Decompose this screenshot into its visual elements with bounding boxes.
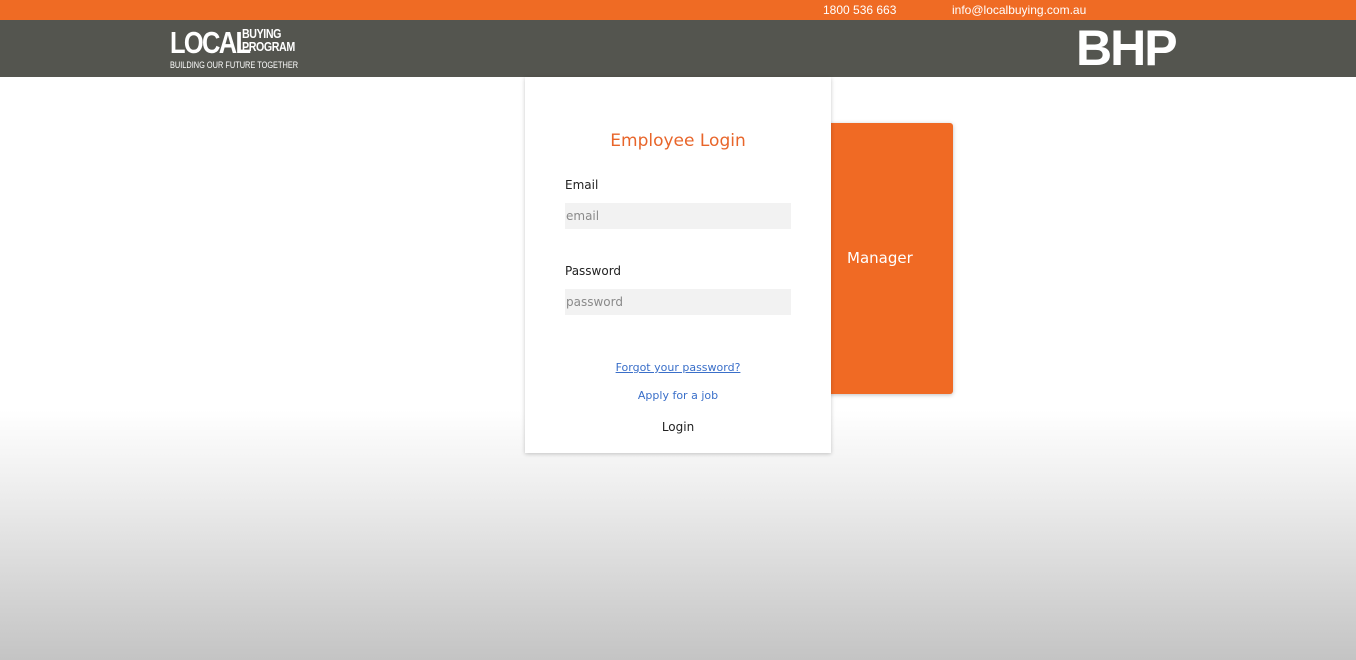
forgot-password-link[interactable]: Forgot your password? (525, 361, 831, 375)
phone-number[interactable]: 1800 536 663 (823, 3, 896, 17)
local-buying-program-logo[interactable]: LOCAL BUYING PROGRAM BUILDING OUR FUTURE… (170, 26, 300, 72)
password-input[interactable] (565, 289, 791, 315)
login-title: Employee Login (610, 131, 746, 151)
logo-word-local: LOCAL (170, 25, 251, 60)
employee-login-card: Employee Login Email Password Forgot you… (525, 77, 831, 453)
logo-word-program: PROGRAM (242, 39, 295, 54)
bhp-logo: BHP (1076, 20, 1178, 76)
top-contact-bar: 1800 536 663 info@localbuying.com.au (0, 0, 1356, 20)
login-button[interactable]: Login (638, 417, 718, 437)
email-label: Email (565, 178, 599, 192)
site-header: LOCAL BUYING PROGRAM BUILDING OUR FUTURE… (0, 20, 1356, 77)
contact-email-link[interactable]: info@localbuying.com.au (952, 3, 1086, 17)
email-input[interactable] (565, 203, 791, 229)
apply-for-job-link[interactable]: Apply for a job (525, 389, 831, 403)
logo-tagline: BUILDING OUR FUTURE TOGETHER (170, 60, 299, 70)
manager-tab-label: Manager (847, 249, 913, 267)
password-label: Password (565, 264, 622, 278)
